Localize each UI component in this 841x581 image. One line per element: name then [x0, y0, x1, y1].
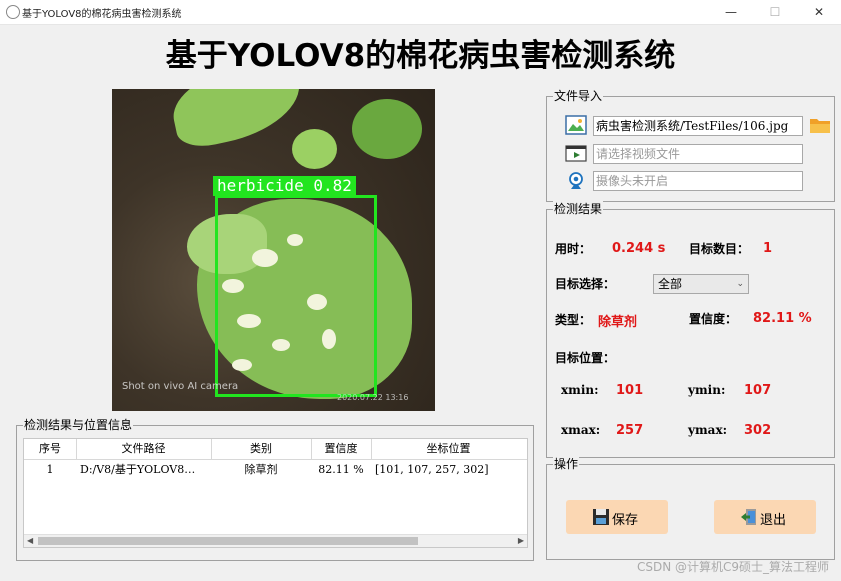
- video-path-input[interactable]: 请选择视频文件: [593, 144, 803, 164]
- column-header[interactable]: 序号: [24, 439, 77, 459]
- column-header[interactable]: 置信度: [311, 439, 372, 459]
- exit-door-icon: [741, 509, 756, 525]
- result-table[interactable]: 序号 文件路径 类别 置信度 坐标位置 1 D:/V8/基于YOLOV8… 除草…: [23, 438, 528, 548]
- folder-icon[interactable]: [809, 115, 831, 135]
- leaf-shape: [292, 129, 337, 169]
- save-button[interactable]: 保存: [566, 500, 668, 534]
- column-header[interactable]: 坐标位置: [371, 439, 526, 459]
- csdn-watermark: CSDN @计算机C9硕士_算法工程师: [636, 560, 829, 574]
- leaf-shape: [352, 99, 422, 159]
- group-title: 检测结果与位置信息: [23, 416, 134, 433]
- leaf-shape: [166, 89, 308, 152]
- cell-path: D:/V8/基于YOLOV8…: [80, 463, 196, 476]
- group-title: 文件导入: [553, 87, 604, 104]
- group-title: 操作: [553, 455, 580, 472]
- scroll-right-icon[interactable]: ▶: [518, 535, 524, 547]
- ymax-label: ymax:: [688, 423, 728, 437]
- detection-bbox: [215, 195, 377, 397]
- xmin-label: xmin:: [561, 383, 599, 397]
- operations-group: 操作 保存 退出: [546, 455, 835, 560]
- target-select-value: 全部: [658, 277, 683, 291]
- video-file-icon[interactable]: [565, 143, 587, 163]
- xmax-label: xmax:: [561, 423, 601, 437]
- target-select[interactable]: 全部 ⌄: [653, 274, 749, 294]
- camera-status-input[interactable]: 摄像头未开启: [593, 171, 803, 191]
- file-import-group: 文件导入 病虫害检测系统/TestFiles/106.jpg 请选择视频文件 摄…: [546, 87, 835, 202]
- position-label: 目标位置：: [555, 351, 616, 365]
- type-label: 类型：: [555, 313, 592, 327]
- image-path-input[interactable]: 病虫害检测系统/TestFiles/106.jpg: [593, 116, 803, 136]
- time-value: 0.244 s: [612, 241, 666, 256]
- cell-index: 1: [46, 463, 54, 476]
- confidence-value: 82.11 %: [753, 311, 812, 326]
- scroll-left-icon[interactable]: ◀: [27, 535, 33, 547]
- save-button-label: 保存: [612, 513, 639, 528]
- group-title: 检测结果: [553, 200, 604, 217]
- photo-date-stamp: 2020.07.22 13:16: [337, 393, 409, 402]
- count-label: 目标数目：: [689, 242, 750, 256]
- column-header[interactable]: 文件路径: [76, 439, 212, 459]
- cell-bbox: [101, 107, 257, 302]: [375, 463, 489, 476]
- detection-result-group: 检测结果 用时： 0.244 s 目标数目： 1 目标选择： 全部 ⌄ 类型： …: [546, 200, 835, 458]
- column-header[interactable]: 类别: [211, 439, 312, 459]
- app-icon: [6, 5, 20, 19]
- ymax-value: 302: [744, 423, 772, 438]
- minimize-button[interactable]: —: [709, 0, 753, 24]
- xmin-value: 101: [616, 383, 644, 398]
- close-button[interactable]: ✕: [797, 0, 841, 24]
- type-value: 除草剂: [598, 315, 638, 330]
- camera-icon[interactable]: [565, 171, 587, 191]
- exit-button-label: 退出: [760, 513, 787, 528]
- time-label: 用时：: [555, 242, 592, 256]
- cell-confidence: 82.11 %: [318, 463, 364, 476]
- window-title: 基于YOLOV8的棉花病虫害检测系统: [22, 9, 182, 20]
- exit-button[interactable]: 退出: [714, 500, 816, 534]
- confidence-label: 置信度：: [689, 312, 738, 326]
- table-header: 序号 文件路径 类别 置信度 坐标位置: [24, 439, 527, 460]
- detection-label: herbicide 0.82: [213, 176, 356, 196]
- ymin-label: ymin:: [688, 383, 726, 397]
- camera-watermark: Shot on vivo AI camera: [122, 381, 239, 392]
- scrollbar-thumb[interactable]: [38, 537, 418, 545]
- chevron-down-icon: ⌄: [736, 279, 744, 289]
- result-table-group: 检测结果与位置信息 序号 文件路径 类别 置信度 坐标位置 1 D:/V8/基于…: [16, 416, 534, 561]
- detection-image: herbicide 0.82 Shot on vivo AI camera 20…: [112, 89, 435, 411]
- horizontal-scrollbar[interactable]: ◀ ▶: [24, 534, 527, 547]
- target-select-label: 目标选择：: [555, 277, 616, 291]
- title-bar: 基于YOLOV8的棉花病虫害检测系统 — ☐ ✕: [0, 0, 841, 25]
- cell-class: 除草剂: [244, 463, 278, 476]
- maximize-button[interactable]: ☐: [753, 0, 797, 24]
- ymin-value: 107: [744, 383, 772, 398]
- image-file-icon[interactable]: [565, 115, 587, 135]
- floppy-disk-icon: [593, 509, 609, 525]
- count-value: 1: [763, 241, 773, 256]
- xmax-value: 257: [616, 423, 644, 438]
- page-title: 基于YOLOV8的棉花病虫害检测系统: [165, 38, 676, 74]
